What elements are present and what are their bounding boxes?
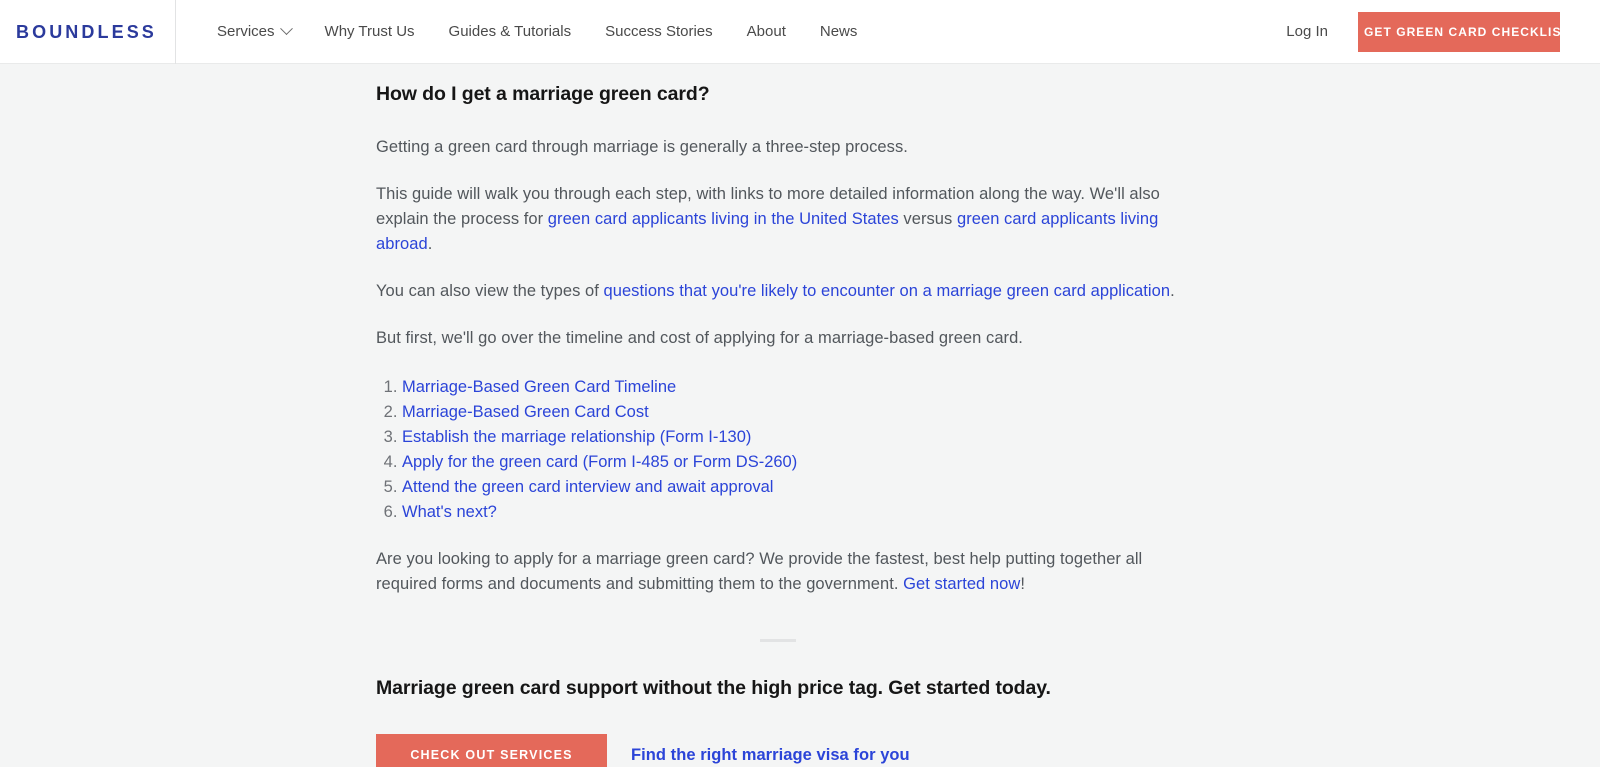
nav-item-label: Why Trust Us — [325, 24, 415, 39]
toc-link-whats-next[interactable]: What's next? — [402, 503, 497, 521]
nav-item-label: Guides & Tutorials — [449, 24, 572, 39]
cta-row: CHECK OUT SERVICES Find the right marria… — [376, 734, 1188, 767]
link-application-questions[interactable]: questions that you're likely to encounte… — [604, 282, 1171, 300]
header-actions: Log In GET GREEN CARD CHECKLIST — [1286, 0, 1600, 64]
closing-paragraph: Are you looking to apply for a marriage … — [376, 547, 1188, 597]
paragraph-text: Are you looking to apply for a marriage … — [376, 550, 1142, 593]
guide-overview-paragraph: This guide will walk you through each st… — [376, 182, 1188, 257]
find-right-visa-link[interactable]: Find the right marriage visa for you — [631, 746, 910, 765]
nav-item-label: News — [820, 24, 858, 39]
nav-item-success-stories[interactable]: Success Stories — [588, 24, 730, 39]
table-of-contents: Marriage-Based Green Card Timeline Marri… — [376, 375, 1188, 525]
link-applicants-in-us[interactable]: green card applicants living in the Unit… — [548, 210, 899, 228]
get-green-card-checklist-button[interactable]: GET GREEN CARD CHECKLIST — [1358, 12, 1560, 52]
chevron-down-icon — [280, 22, 293, 35]
login-link[interactable]: Log In — [1286, 23, 1328, 40]
paragraph-text: . — [1170, 282, 1175, 300]
list-item: Attend the green card interview and awai… — [402, 475, 1188, 500]
list-item: Marriage-Based Green Card Timeline — [402, 375, 1188, 400]
paragraph-text: You can also view the types of — [376, 282, 604, 300]
article-content: How do I get a marriage green card? Gett… — [376, 64, 1188, 767]
link-get-started-now[interactable]: Get started now — [903, 575, 1020, 593]
section-divider — [760, 639, 796, 642]
paragraph-text: ! — [1020, 575, 1025, 593]
boundless-logo[interactable]: BOUNDLESS — [16, 23, 157, 41]
page-body: How do I get a marriage green card? Gett… — [0, 64, 1600, 767]
paragraph-text: versus — [899, 210, 957, 228]
list-item: Apply for the green card (Form I-485 or … — [402, 450, 1188, 475]
intro-paragraph: Getting a green card through marriage is… — [376, 135, 1188, 160]
paragraph-text: . — [428, 235, 433, 253]
nav-item-about[interactable]: About — [730, 24, 803, 39]
list-item: Establish the marriage relationship (For… — [402, 425, 1188, 450]
site-header: BOUNDLESS Services Why Trust Us Guides &… — [0, 0, 1600, 64]
nav-item-guides-tutorials[interactable]: Guides & Tutorials — [432, 24, 589, 39]
nav-item-label: Services — [217, 24, 275, 39]
questions-paragraph: You can also view the types of questions… — [376, 279, 1188, 304]
toc-link-establish-relationship[interactable]: Establish the marriage relationship (For… — [402, 428, 751, 446]
toc-link-apply-green-card[interactable]: Apply for the green card (Form I-485 or … — [402, 453, 797, 471]
nav-item-news[interactable]: News — [803, 24, 875, 39]
list-item: What's next? — [402, 500, 1188, 525]
nav-item-why-trust-us[interactable]: Why Trust Us — [308, 24, 432, 39]
logo-container[interactable]: BOUNDLESS — [0, 0, 176, 64]
nav-item-label: Success Stories — [605, 24, 713, 39]
timeline-cost-paragraph: But first, we'll go over the timeline an… — [376, 326, 1188, 351]
nav-item-services[interactable]: Services — [200, 24, 308, 39]
article-title: How do I get a marriage green card? — [376, 82, 1188, 107]
nav-item-label: About — [747, 24, 786, 39]
check-out-services-button[interactable]: CHECK OUT SERVICES — [376, 734, 607, 767]
cta-heading: Marriage green card support without the … — [376, 676, 1188, 701]
list-item: Marriage-Based Green Card Cost — [402, 400, 1188, 425]
toc-link-cost[interactable]: Marriage-Based Green Card Cost — [402, 403, 649, 421]
toc-link-interview[interactable]: Attend the green card interview and awai… — [402, 478, 773, 496]
main-navigation: Services Why Trust Us Guides & Tutorials… — [176, 0, 874, 64]
section-divider-container — [376, 639, 1188, 642]
toc-link-timeline[interactable]: Marriage-Based Green Card Timeline — [402, 378, 676, 396]
